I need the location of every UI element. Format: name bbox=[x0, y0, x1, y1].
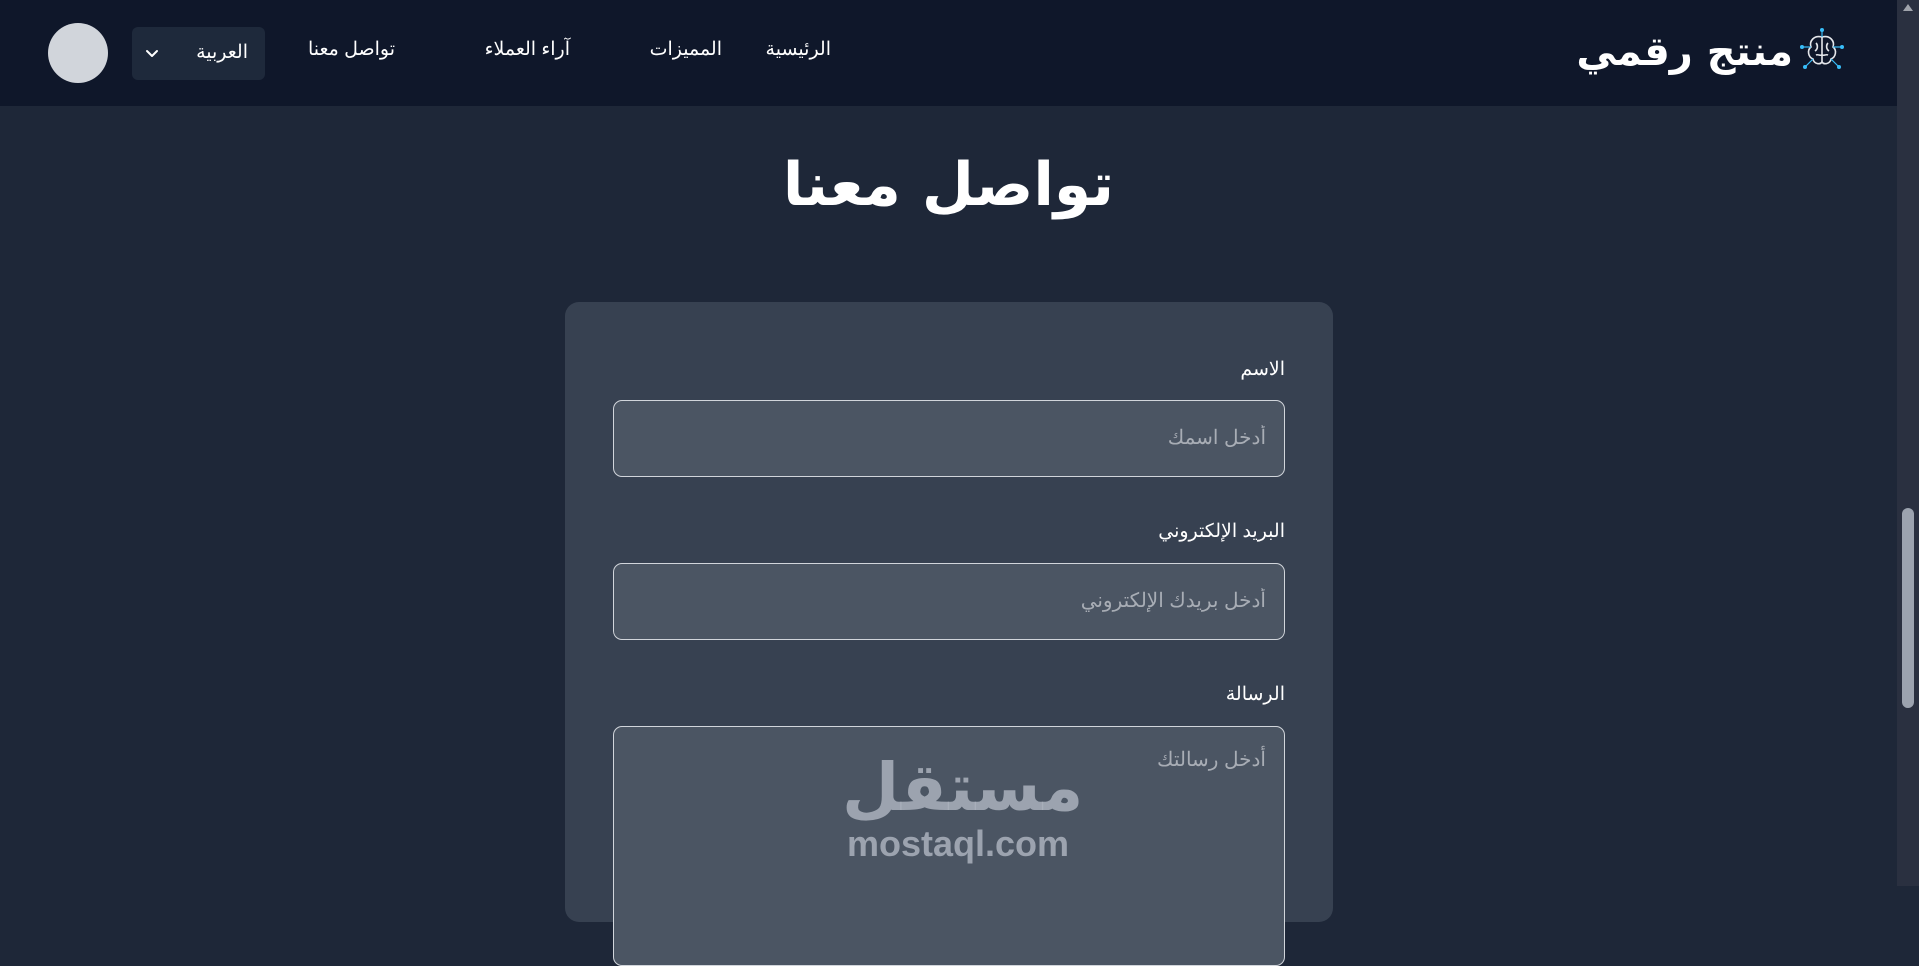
page-title: تواصل معنا bbox=[782, 150, 1115, 220]
top-navbar: منتج رقمي الرئيسية المميزات آراء العملاء… bbox=[0, 0, 1897, 106]
vertical-scrollbar[interactable] bbox=[1897, 0, 1919, 886]
scrollbar-thumb[interactable] bbox=[1902, 508, 1914, 708]
nav-link-contact[interactable]: تواصل معنا bbox=[308, 38, 395, 61]
contact-form-card: الاسم البريد الإلكتروني الرسالة bbox=[565, 302, 1333, 966]
language-selected-label: العربية bbox=[196, 42, 248, 63]
brain-circuit-icon bbox=[1799, 27, 1845, 77]
nav-link-testimonials[interactable]: آراء العملاء bbox=[485, 38, 570, 61]
name-input[interactable] bbox=[613, 400, 1285, 477]
scroll-up-arrow-icon[interactable] bbox=[1903, 4, 1913, 11]
email-input[interactable] bbox=[613, 563, 1285, 640]
brand-logo[interactable]: منتج رقمي bbox=[1576, 22, 1845, 82]
message-textarea[interactable] bbox=[613, 726, 1285, 966]
language-select[interactable]: العربية bbox=[132, 27, 265, 80]
brand-name: منتج رقمي bbox=[1576, 29, 1793, 75]
message-label: الرسالة bbox=[1225, 684, 1285, 705]
nav-link-home[interactable]: الرئيسية bbox=[766, 38, 831, 61]
name-label: الاسم bbox=[1240, 359, 1285, 380]
user-avatar[interactable] bbox=[48, 23, 108, 83]
nav-link-features[interactable]: المميزات bbox=[650, 38, 722, 61]
email-label: البريد الإلكتروني bbox=[1158, 521, 1285, 542]
chevron-down-icon bbox=[142, 43, 162, 63]
